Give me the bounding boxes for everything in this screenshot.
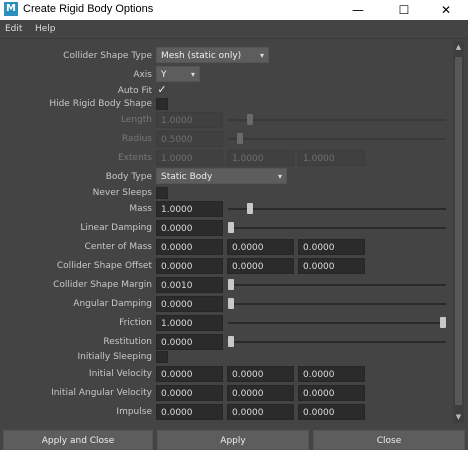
auto-fit-label: Auto Fit	[117, 86, 152, 96]
checkmark-icon: ✓	[157, 83, 167, 96]
axis-value: Y	[161, 70, 167, 80]
chevron-down-icon: ▾	[277, 172, 282, 181]
mass-label: Mass	[129, 204, 152, 214]
restitution-slider-handle[interactable]	[228, 336, 234, 347]
restitution-field[interactable]: 0.0000	[156, 334, 223, 350]
initially-sleeping-label: Initially Sleeping	[77, 352, 152, 362]
apply-and-close-button[interactable]: Apply and Close	[3, 430, 153, 450]
initial-velocity-y-field[interactable]: 0.0000	[227, 366, 294, 382]
close-window-icon[interactable]: ✕	[424, 0, 468, 20]
scroll-up-arrow-icon[interactable]: ▲	[454, 43, 463, 51]
collider-shape-margin-slider-track[interactable]	[228, 284, 446, 286]
menu-bar: Edit Help	[0, 20, 468, 39]
radius-slider-track	[228, 138, 446, 140]
linear-damping-slider-handle[interactable]	[228, 222, 234, 233]
vertical-scrollbar[interactable]: ▲ ▼	[453, 41, 464, 423]
angular-damping-slider-handle[interactable]	[228, 298, 234, 309]
collider-shape-offset-y-field[interactable]: 0.0000	[227, 258, 294, 274]
angular-damping-slider-track[interactable]	[228, 303, 446, 305]
hide-rigid-body-shape-checkbox[interactable]	[156, 98, 168, 110]
center-of-mass-y-field[interactable]: 0.0000	[227, 239, 294, 255]
collider-shape-type-label: Collider Shape Type	[63, 51, 152, 61]
friction-slider-handle[interactable]	[440, 317, 446, 328]
impulse-y-field[interactable]: 0.0000	[227, 404, 294, 420]
collider-shape-offset-z-field[interactable]: 0.0000	[298, 258, 365, 274]
initial-velocity-label: Initial Velocity	[88, 369, 152, 379]
menu-edit[interactable]: Edit	[5, 24, 22, 34]
body-type-value: Static Body	[161, 172, 213, 182]
radius-slider-handle	[237, 133, 243, 144]
axis-label: Axis	[133, 70, 152, 80]
never-sleeps-label: Never Sleeps	[92, 188, 152, 198]
extents-y-field: 1.0000	[227, 150, 294, 166]
minimize-icon[interactable]: —	[336, 0, 380, 20]
collider-shape-type-value: Mesh (static only)	[161, 51, 242, 61]
scroll-down-arrow-icon[interactable]: ▼	[454, 413, 463, 421]
chevron-down-icon: ▾	[259, 51, 264, 60]
maximize-icon[interactable]: ☐	[382, 0, 426, 20]
button-row: Apply and Close Apply Close	[0, 428, 468, 450]
friction-field[interactable]: 1.0000	[156, 315, 223, 331]
extents-label: Extents	[117, 153, 152, 163]
close-button[interactable]: Close	[313, 430, 465, 450]
scrollbar-thumb[interactable]	[455, 57, 462, 405]
radius-label: Radius	[121, 134, 152, 144]
restitution-slider-track[interactable]	[228, 341, 446, 343]
window-title: Create Rigid Body Options	[23, 3, 154, 15]
initial-angular-velocity-z-field[interactable]: 0.0000	[298, 385, 365, 401]
initial-angular-velocity-x-field[interactable]: 0.0000	[156, 385, 223, 401]
extents-x-field: 1.0000	[156, 150, 223, 166]
length-slider-handle	[247, 114, 253, 125]
center-of-mass-z-field[interactable]: 0.0000	[298, 239, 365, 255]
body-type-dropdown[interactable]: Static Body ▾	[156, 168, 287, 184]
linear-damping-field[interactable]: 0.0000	[156, 220, 223, 236]
center-of-mass-label: Center of Mass	[84, 242, 152, 252]
initial-velocity-z-field[interactable]: 0.0000	[298, 366, 365, 382]
extents-z-field: 1.0000	[298, 150, 365, 166]
options-form: Collider Shape Type Mesh (static only) ▾…	[4, 41, 454, 423]
never-sleeps-checkbox[interactable]	[156, 187, 168, 199]
hide-rigid-body-shape-label: Hide Rigid Body Shape	[49, 99, 152, 109]
linear-damping-label: Linear Damping	[80, 223, 152, 233]
angular-damping-field[interactable]: 0.0000	[156, 296, 223, 312]
title-bar: M Create Rigid Body Options — ☐ ✕	[0, 0, 468, 20]
menu-help[interactable]: Help	[35, 24, 56, 34]
mass-slider-handle[interactable]	[247, 203, 253, 214]
impulse-z-field[interactable]: 0.0000	[298, 404, 365, 420]
linear-damping-slider-track[interactable]	[228, 227, 446, 229]
maya-app-icon: M	[4, 2, 18, 16]
axis-dropdown[interactable]: Y ▾	[156, 66, 200, 82]
radius-field: 0.5000	[156, 131, 223, 147]
mass-slider-track[interactable]	[228, 208, 446, 210]
impulse-x-field[interactable]: 0.0000	[156, 404, 223, 420]
restitution-label: Restitution	[103, 337, 152, 347]
apply-button[interactable]: Apply	[157, 430, 309, 450]
collider-shape-margin-field[interactable]: 0.0010	[156, 277, 223, 293]
initially-sleeping-checkbox[interactable]	[156, 351, 168, 363]
chevron-down-icon: ▾	[190, 70, 195, 79]
collider-shape-margin-slider-handle[interactable]	[228, 279, 234, 290]
auto-fit-checkbox[interactable]: ✓	[156, 83, 168, 97]
collider-shape-offset-label: Collider Shape Offset	[56, 261, 152, 271]
initial-angular-velocity-y-field[interactable]: 0.0000	[227, 385, 294, 401]
length-slider-track	[228, 119, 446, 121]
center-of-mass-x-field[interactable]: 0.0000	[156, 239, 223, 255]
length-label: Length	[120, 115, 152, 125]
initial-angular-velocity-label: Initial Angular Velocity	[51, 388, 152, 398]
impulse-label: Impulse	[116, 407, 152, 417]
friction-slider-track[interactable]	[228, 322, 446, 324]
length-field: 1.0000	[156, 112, 223, 128]
friction-label: Friction	[119, 318, 152, 328]
angular-damping-label: Angular Damping	[73, 299, 152, 309]
body-type-label: Body Type	[105, 172, 152, 182]
collider-shape-margin-label: Collider Shape Margin	[53, 280, 152, 290]
initial-velocity-x-field[interactable]: 0.0000	[156, 366, 223, 382]
collider-shape-type-dropdown[interactable]: Mesh (static only) ▾	[156, 47, 269, 63]
mass-field[interactable]: 1.0000	[156, 201, 223, 217]
collider-shape-offset-x-field[interactable]: 0.0000	[156, 258, 223, 274]
